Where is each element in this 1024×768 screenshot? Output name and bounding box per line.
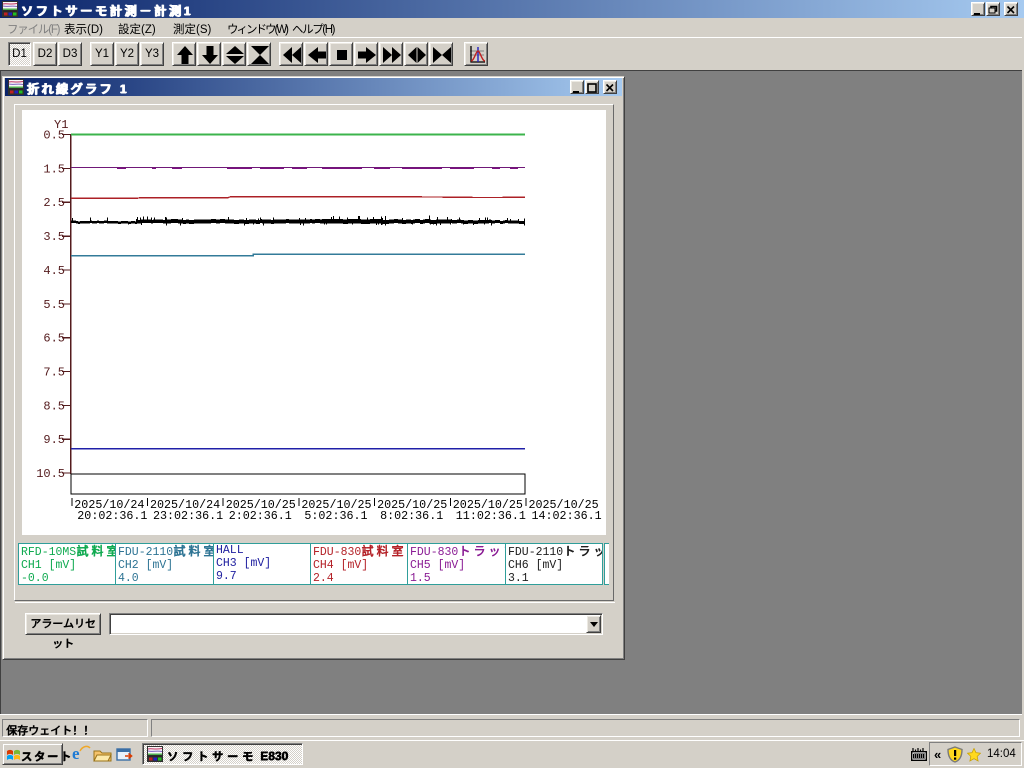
- svg-text:23:02:36.1: 23:02:36.1: [153, 509, 223, 523]
- svg-text:4.5: 4.5: [43, 264, 65, 278]
- svg-text:5.5: 5.5: [43, 298, 65, 312]
- svg-text:3.5: 3.5: [43, 230, 65, 244]
- svg-text:2.5: 2.5: [43, 196, 65, 210]
- svg-text:8:02:36.1: 8:02:36.1: [380, 509, 443, 523]
- svg-text:1.5: 1.5: [43, 162, 65, 176]
- svg-text:7.5: 7.5: [43, 366, 65, 380]
- svg-text:10.5: 10.5: [36, 467, 65, 481]
- svg-text:11:02:36.1: 11:02:36.1: [456, 509, 526, 523]
- svg-text:0.5: 0.5: [43, 129, 65, 143]
- svg-text:8.5: 8.5: [43, 399, 65, 413]
- svg-text:20:02:36.1: 20:02:36.1: [77, 509, 147, 523]
- svg-text:14:02:36.1: 14:02:36.1: [532, 509, 602, 523]
- svg-text:9.5: 9.5: [43, 433, 65, 447]
- svg-text:5:02:36.1: 5:02:36.1: [304, 509, 367, 523]
- svg-text:6.5: 6.5: [43, 332, 65, 346]
- svg-text:2:02:36.1: 2:02:36.1: [229, 509, 292, 523]
